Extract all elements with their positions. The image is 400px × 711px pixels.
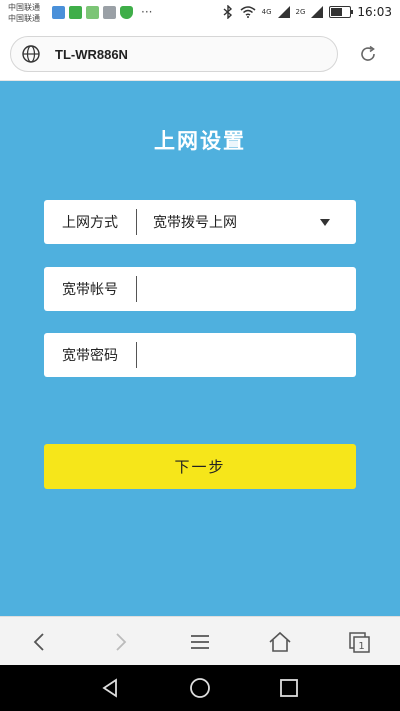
url-text: TL-WR886N	[55, 46, 128, 62]
account-field: 宽带帐号	[44, 267, 356, 311]
password-field: 宽带密码	[44, 333, 356, 377]
back-icon[interactable]	[27, 629, 53, 655]
home-icon[interactable]	[267, 629, 293, 655]
image-icon	[52, 6, 65, 19]
nav-home-icon[interactable]	[188, 676, 212, 700]
status-bar: 中国联通 中国联通 ··· 4G 2G 16:03	[0, 0, 400, 28]
shield-icon	[120, 6, 133, 19]
address-bar: TL-WR886N	[0, 28, 400, 81]
tab-count: 1	[358, 641, 364, 652]
menu-icon[interactable]	[187, 629, 213, 655]
browser-toolbar: 1	[0, 616, 400, 666]
wifi-icon	[240, 6, 256, 18]
carrier-line-2: 中国联通	[8, 14, 40, 23]
carrier-info: 中国联通 中国联通	[8, 2, 40, 24]
battery-level	[331, 8, 343, 16]
password-label: 宽带密码	[62, 348, 118, 364]
field-divider	[136, 342, 137, 368]
app-icon	[86, 6, 99, 19]
signal-label-1: 4G	[261, 8, 272, 16]
carrier-line-1: 中国联通	[8, 3, 40, 12]
page-title: 上网设置	[154, 128, 246, 153]
notification-icons: ···	[52, 6, 152, 19]
system-nav-bar	[0, 665, 400, 711]
battery-icon	[329, 6, 354, 18]
signal-icon-2	[311, 6, 324, 18]
gallery-icon	[103, 6, 116, 19]
tabs-icon[interactable]: 1	[347, 629, 373, 655]
url-field[interactable]: TL-WR886N	[10, 36, 338, 72]
status-right: 4G 2G 16:03	[222, 5, 392, 19]
more-notifications: ···	[141, 5, 153, 19]
connection-type-value: 宽带拨号上网	[153, 215, 237, 231]
signal-label-2: 2G	[295, 8, 306, 16]
router-setup-panel: 上网设置 上网方式 宽带拨号上网 宽带帐号 宽带密码 下一步	[0, 81, 400, 616]
forward-icon[interactable]	[107, 629, 133, 655]
globe-icon	[22, 45, 40, 63]
signal-icon	[277, 6, 290, 18]
connection-type-select[interactable]: 上网方式 宽带拨号上网	[44, 200, 356, 244]
clock: 16:03	[357, 5, 392, 19]
field-divider	[136, 276, 137, 302]
wechat-icon	[69, 6, 82, 19]
nav-recents-icon[interactable]	[277, 676, 301, 700]
password-input[interactable]	[145, 339, 356, 371]
bluetooth-icon	[223, 5, 232, 19]
field-divider	[136, 209, 137, 235]
next-button[interactable]: 下一步	[44, 444, 356, 489]
nav-back-icon[interactable]	[98, 676, 122, 700]
dropdown-arrow-icon[interactable]	[320, 218, 330, 226]
account-label: 宽带帐号	[62, 282, 118, 298]
connection-type-label: 上网方式	[62, 215, 118, 231]
account-input[interactable]	[145, 273, 356, 305]
refresh-icon[interactable]	[358, 44, 378, 64]
